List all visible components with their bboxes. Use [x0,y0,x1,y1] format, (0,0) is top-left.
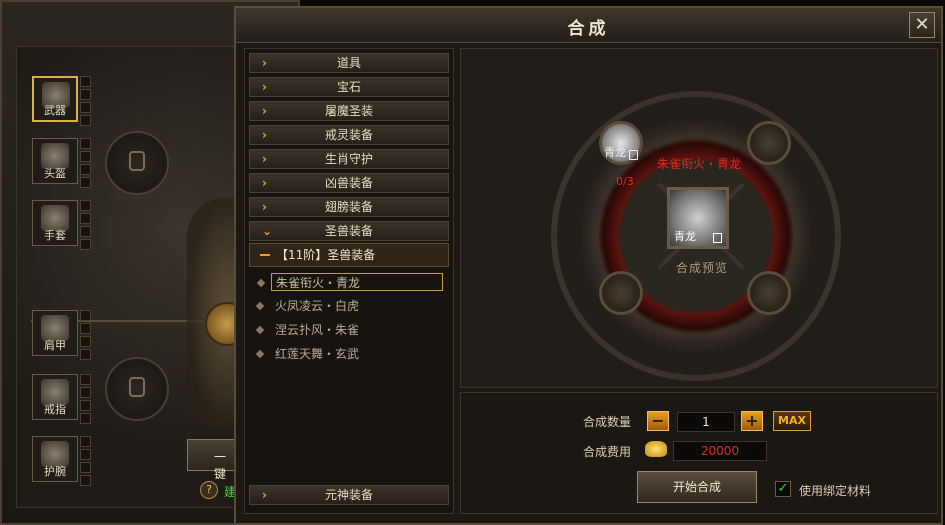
diamond-bullet-icon [255,301,265,311]
category-item-expanded[interactable]: ⌄ 圣兽装备 [249,221,449,241]
gold-ingot-icon [645,441,667,457]
window-titlebar: 合成 ✕ [236,8,941,43]
chevron-right-icon: › [262,56,267,70]
quantity-label: 合成数量 [583,415,632,429]
lock-icon [713,233,722,243]
recipe-item[interactable]: 朱雀衔火・青龙 [256,273,443,291]
material-ratio: 0/3 [616,175,634,188]
category-label: 翅膀装备 [324,200,373,214]
material-slot-bottom-left[interactable] [599,271,643,315]
category-label: 屠魔圣装 [324,104,373,118]
slot-mini-boxes [80,310,91,362]
diamond-bullet-icon [255,325,265,335]
category-item[interactable]: › 戒灵装备 [249,125,449,145]
close-button[interactable]: ✕ [909,12,935,38]
chevron-right-icon: › [262,104,267,118]
material-slot-bottom-right[interactable] [747,271,791,315]
quantity-input[interactable]: 1 [677,412,735,432]
chevron-right-icon: › [262,152,267,166]
lock-icon [129,151,145,171]
category-label: 圣兽装备 [324,224,373,238]
equip-slot-gloves[interactable]: 手套 [32,200,78,246]
preview-label: 合成预览 [675,261,728,275]
equip-slot-helmet[interactable]: 头盔 [32,138,78,184]
synthesis-stage: 青龙 0/3 朱雀衔火・青龙 青龙 合成预览 [460,48,938,388]
tier-header[interactable]: 【11阶】圣兽装备 [249,243,449,267]
slot-mini-boxes [80,436,91,488]
slot-label: 手套 [44,229,66,242]
synthesis-controls: 合成数量 − 1 + MAX 合成费用 20000 开始合成 ✓ 使用绑定材料 [460,392,938,514]
slot-label: 肩甲 [44,339,66,352]
increase-button[interactable]: + [741,411,763,431]
equip-slot-bracer[interactable]: 护腕 [32,436,78,482]
max-button[interactable]: MAX [773,411,811,431]
recipe-item[interactable]: 涅云扑风・朱雀 [255,321,443,339]
chevron-right-icon: › [262,200,267,214]
category-label: 元神装备 [324,488,373,502]
chevron-right-icon: › [262,176,267,190]
slot-mini-boxes [80,200,91,252]
tier-header-label: 【11阶】圣兽装备 [276,248,376,262]
category-label: 宝石 [336,80,361,94]
slot-label: 武器 [44,104,66,117]
category-item[interactable]: › 元神装备 [249,485,449,505]
chevron-right-icon: › [262,128,267,142]
slot-mini-boxes [80,138,91,190]
lock-icon [129,377,145,397]
category-item[interactable]: › 道具 [249,53,449,73]
material-slot-top-right[interactable] [747,121,791,165]
material-slot-top-left[interactable]: 青龙 [599,121,643,165]
recipe-label: 涅云扑风・朱雀 [275,323,360,337]
window-title: 合成 [567,19,610,39]
slot-label: 护腕 [44,465,66,478]
help-icon[interactable]: ? [200,481,218,499]
diamond-bullet-icon [255,349,265,359]
category-item[interactable]: › 凶兽装备 [249,173,449,193]
category-label: 凶兽装备 [324,176,373,190]
category-label: 道具 [336,56,361,70]
bound-material-checkbox[interactable]: ✓ [775,481,791,497]
slot-label: 头盔 [44,167,66,180]
cost-label: 合成费用 [583,445,632,459]
locked-slot-lower [105,357,169,421]
chevron-down-icon: ⌄ [262,224,273,238]
slot-mini-boxes [80,374,91,426]
chevron-right-icon: › [262,488,267,502]
locked-slot-upper [105,131,169,195]
category-item[interactable]: › 翅膀装备 [249,197,449,217]
slot-mini-boxes [80,76,91,128]
lock-icon [629,150,638,160]
decrease-button[interactable]: − [647,411,669,431]
recipe-label: 火凤凌云・白虎 [275,299,360,313]
start-synthesis-button[interactable]: 开始合成 [637,471,757,503]
recipe-item[interactable]: 火凤凌云・白虎 [255,297,443,315]
equip-slot-ring[interactable]: 戒指 [32,374,78,420]
category-item[interactable]: › 生肖守护 [249,149,449,169]
result-name: 朱雀衔火・青龙 [657,157,742,171]
recipe-label: 朱雀衔火・青龙 [276,276,361,290]
one-click-button[interactable]: 一键 [187,439,235,481]
bound-material-label: 使用绑定材料 [799,484,872,498]
category-item[interactable]: › 屠魔圣装 [249,101,449,121]
category-label: 戒灵装备 [324,128,373,142]
material-name: 青龙 [604,146,626,159]
preview-slot[interactable]: 青龙 [667,187,729,249]
recipe-label: 红莲天舞・玄武 [275,347,360,361]
equip-slot-weapon[interactable]: 武器 [32,76,78,122]
preview-item-name: 青龙 [674,230,696,243]
recipe-item[interactable]: 红莲天舞・玄武 [255,345,443,363]
slot-label: 戒指 [44,403,66,416]
chevron-right-icon: › [262,80,267,94]
collapse-icon [260,254,270,256]
category-list: › 道具 › 宝石 › 屠魔圣装 › 戒灵装备 › 生肖守护 › 凶兽装备 › 翅膀装备 ⌄ 圣… [244,48,454,514]
equip-slot-shoulder[interactable]: 肩甲 [32,310,78,356]
diamond-bullet-icon [256,278,266,288]
cost-value: 20000 [673,441,767,461]
category-item[interactable]: › 宝石 [249,77,449,97]
synthesis-window: 合成 ✕ › 道具 › 宝石 › 屠魔圣装 › 戒灵装备 › 生肖守护 › 凶兽装备 › 翅膀… [234,6,943,525]
category-label: 生肖守护 [324,152,373,166]
